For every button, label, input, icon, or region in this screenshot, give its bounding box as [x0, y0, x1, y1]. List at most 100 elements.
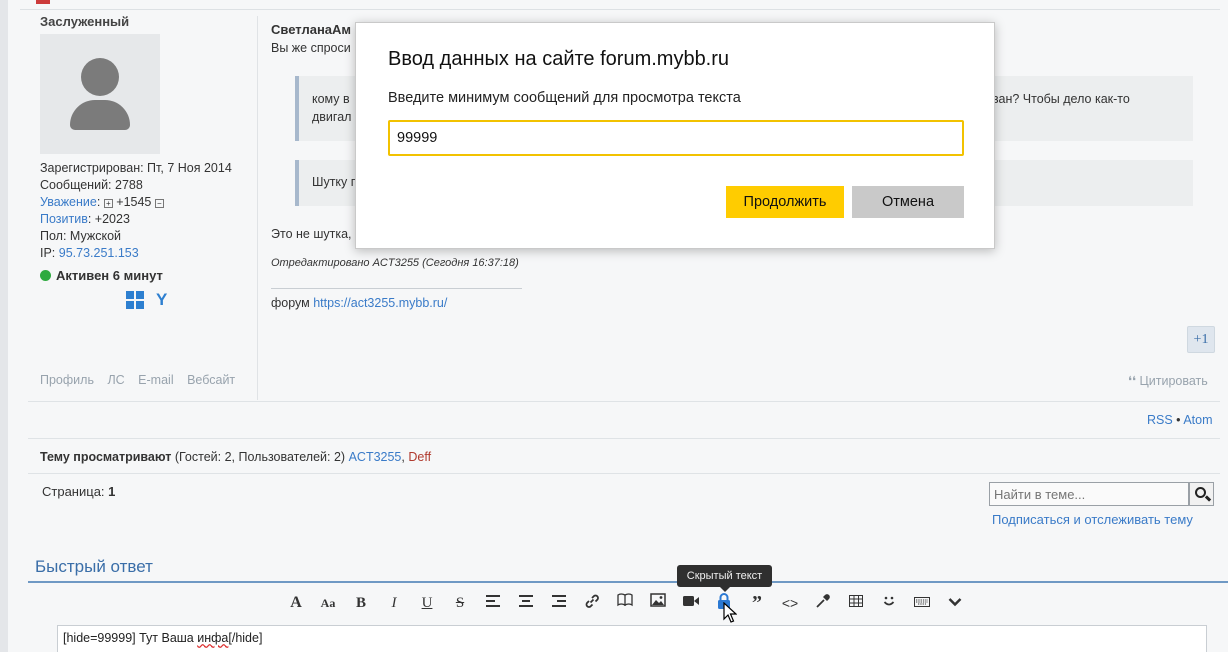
font-size-icon[interactable]: Aa: [318, 593, 338, 613]
online-dot-icon: [40, 270, 51, 281]
align-left-icon[interactable]: [483, 593, 503, 613]
post-author-panel: Заслуженный Зарегистрирован: Пт, 7 Ноя 2…: [28, 10, 258, 402]
positive-link[interactable]: Позитив: [40, 212, 88, 226]
quote-author: СветланаАм: [271, 22, 352, 37]
book-icon[interactable]: [615, 593, 635, 613]
quote-icon[interactable]: ”: [747, 593, 767, 613]
search-icon-handle: [1204, 495, 1212, 502]
current-page: 1: [108, 484, 116, 499]
post-divider: [257, 16, 258, 400]
divider: [28, 438, 1220, 439]
prompt-dialog: Ввод данных на сайте forum.mybb.ru Введи…: [355, 22, 995, 249]
quote1-line2: двигал: [312, 110, 352, 124]
dialog-title: Ввод данных на сайте forum.mybb.ru: [388, 48, 730, 70]
website-link[interactable]: Вебсайт: [187, 373, 235, 387]
respect-minus-icon[interactable]: −: [154, 199, 164, 208]
pm-link[interactable]: ЛС: [107, 373, 124, 387]
viewers-counts: (Гостей: 2, Пользователей: 2): [171, 450, 349, 464]
windows-icon: [126, 291, 144, 309]
code-icon[interactable]: <>: [780, 593, 800, 613]
tooltip: Скрытый текст: [677, 565, 772, 592]
dialog-prompt: Введите минимум сообщений для просмотра …: [388, 90, 741, 106]
color-picker-icon[interactable]: [813, 593, 833, 613]
registered-date: Зарегистрирован: Пт, 7 Ноя 2014: [40, 161, 232, 175]
respect-value: +1545: [116, 195, 152, 209]
divider: [28, 473, 1220, 474]
quote1-tail: ван? Чтобы дело как-то: [992, 92, 1130, 106]
ip-link[interactable]: 95.73.251.153: [59, 246, 139, 260]
quote-marks-icon: ❛❛: [1128, 374, 1140, 388]
atom-link[interactable]: Atom: [1183, 413, 1212, 427]
signature: форум https://act3255.mybb.ru/: [271, 296, 447, 310]
quote-label: Цитировать: [1139, 374, 1208, 388]
continue-button[interactable]: Продолжить: [726, 186, 844, 218]
align-center-icon[interactable]: [516, 593, 536, 613]
signature-divider: [271, 288, 522, 289]
topic-viewers: Тему просматривают (Гостей: 2, Пользоват…: [40, 450, 431, 464]
mouse-cursor-icon: [723, 602, 737, 623]
gender: Пол: Мужской: [40, 229, 121, 243]
email-link[interactable]: E-mail: [138, 373, 173, 387]
respect-plus-icon[interactable]: +: [103, 199, 113, 208]
online-status: Активен 6 минут: [40, 268, 163, 283]
quote1-line1: кому в: [312, 92, 350, 106]
topic-search-input[interactable]: [989, 482, 1189, 506]
strikethrough-icon[interactable]: S: [450, 593, 470, 613]
font-icon[interactable]: A: [286, 593, 306, 613]
more-icon[interactable]: [945, 593, 965, 613]
dialog-input[interactable]: [388, 120, 964, 156]
positive-value: : +2023: [87, 212, 130, 226]
feed-links: RSS • Atom: [1147, 413, 1213, 427]
positive-row: Позитив: +2023: [40, 211, 232, 228]
pagination: Страница: 1: [42, 484, 115, 499]
respect-row: Уважение: + +1545 −: [40, 194, 232, 211]
top-border: [20, 0, 1220, 10]
editor-misspelled-word: инфа: [197, 631, 229, 645]
feed-separator: •: [1172, 413, 1184, 427]
quote-button[interactable]: ❛❛ Цитировать: [1128, 373, 1208, 388]
bold-icon[interactable]: B: [351, 593, 371, 613]
avatar-head-shape: [81, 58, 119, 96]
table-icon[interactable]: [846, 593, 866, 613]
viewer-user-1[interactable]: ACT3255: [349, 450, 402, 464]
subscribe-link[interactable]: Подписаться и отслеживать тему: [992, 512, 1193, 527]
pagination-label: Страница:: [42, 484, 109, 499]
ip-row: IP: 95.73.251.153: [40, 245, 232, 262]
signature-prefix: форум: [271, 296, 314, 310]
image-icon[interactable]: [648, 593, 668, 613]
align-right-icon[interactable]: [549, 593, 569, 613]
reply-textarea[interactable]: [hide=99999] Тут Ваша инфа[/hide]: [57, 625, 1207, 652]
quick-reply-title: Быстрый ответ: [35, 557, 153, 576]
respect-link[interactable]: Уважение: [40, 195, 97, 209]
viewers-label: Тему просматривают: [40, 450, 172, 464]
edited-note: Отредактировано ACT3255 (Сегодня 16:37:1…: [271, 257, 519, 269]
post-user-links: Профиль ЛС E-mail Вебсайт: [40, 373, 245, 387]
italic-icon[interactable]: I: [384, 593, 404, 613]
search-button[interactable]: [1189, 482, 1214, 506]
quote2-line1: Шутку п: [312, 175, 358, 189]
editor-text-before: [hide=99999] Тут Ваша: [63, 631, 198, 645]
online-text: Активен 6 минут: [56, 268, 163, 283]
keyboard-icon[interactable]: [912, 593, 932, 613]
post-text-1: Вы же спроси: [271, 41, 351, 55]
smiley-icon[interactable]: [879, 593, 899, 613]
user-title: Заслуженный: [40, 14, 130, 29]
profile-link[interactable]: Профиль: [40, 373, 94, 387]
ip-label: IP:: [40, 246, 59, 260]
editor-text-after: [/hide]: [228, 631, 263, 645]
video-icon[interactable]: [681, 593, 701, 613]
plus-one-button[interactable]: +1: [1187, 326, 1215, 353]
signature-link[interactable]: https://act3255.mybb.ru/: [313, 296, 447, 310]
quick-reply-underline: [28, 581, 1228, 583]
user-info: Зарегистрирован: Пт, 7 Ноя 2014 Сообщени…: [40, 160, 232, 262]
underline-icon[interactable]: U: [417, 593, 437, 613]
page-edge: [0, 0, 8, 652]
link-icon[interactable]: [582, 593, 602, 613]
viewer-user-2[interactable]: Deff: [408, 450, 431, 464]
avatar[interactable]: [40, 34, 160, 154]
top-red-marker: [36, 0, 50, 4]
yandex-browser-icon: Y: [156, 290, 168, 309]
rss-link[interactable]: RSS: [1147, 413, 1173, 427]
messages-count: Сообщений: 2788: [40, 178, 143, 192]
cancel-button[interactable]: Отмена: [852, 186, 964, 218]
